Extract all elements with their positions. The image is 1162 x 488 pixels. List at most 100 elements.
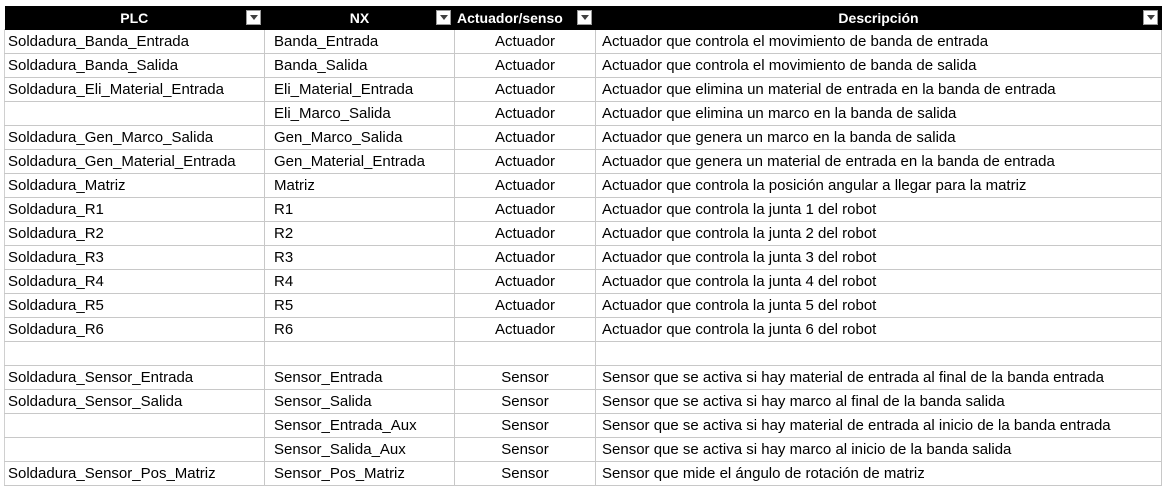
cell-nx[interactable]: Gen_Material_Entrada — [264, 149, 455, 174]
cell-type[interactable] — [454, 341, 596, 366]
cell-plc[interactable]: Soldadura_R4 — [4, 269, 265, 294]
cell-type[interactable]: Actuador — [454, 197, 596, 222]
cell-type[interactable]: Actuador — [454, 293, 596, 318]
cell-nx[interactable]: R1 — [264, 197, 455, 222]
column-header-description[interactable]: Descripción — [595, 6, 1162, 30]
cell-nx[interactable]: R6 — [264, 317, 455, 342]
cell-nx[interactable]: Matriz — [264, 173, 455, 198]
cell-type[interactable]: Actuador — [454, 53, 596, 78]
cell-plc[interactable]: Soldadura_Eli_Material_Entrada — [4, 77, 265, 102]
cell-nx[interactable]: Sensor_Entrada — [264, 365, 455, 390]
table-row: Sensor_Entrada_Aux Sensor Sensor que se ac… — [4, 413, 1162, 438]
cell-type[interactable]: Sensor — [454, 461, 596, 486]
cell-plc[interactable]: Soldadura_Gen_Marco_Salida — [4, 125, 265, 150]
cell-description[interactable]: Actuador que controla el movimiento de b… — [595, 29, 1162, 54]
cell-description[interactable]: Actuador que genera un marco en la banda… — [595, 125, 1162, 150]
table-row: Soldadura_R5 R5 Actuador Actuador que contr… — [4, 293, 1162, 318]
cell-plc[interactable]: Soldadura_Banda_Salida — [4, 53, 265, 78]
cell-description[interactable]: Actuador que genera un material de entra… — [595, 149, 1162, 174]
cell-plc[interactable]: Soldadura_R6 — [4, 317, 265, 342]
table-row: Sensor_Salida_Aux Sensor Sensor que se act… — [4, 437, 1162, 462]
cell-type[interactable]: Sensor — [454, 413, 596, 438]
cell-type[interactable]: Sensor — [454, 365, 596, 390]
cell-nx[interactable]: R5 — [264, 293, 455, 318]
cell-description[interactable]: Actuador que controla el movimiento de b… — [595, 53, 1162, 78]
cell-type[interactable]: Actuador — [454, 101, 596, 126]
cell-plc[interactable]: Soldadura_R2 — [4, 221, 265, 246]
cell-description[interactable]: Actuador que controla la junta 6 del rob… — [595, 317, 1162, 342]
cell-description[interactable]: Actuador que controla la junta 2 del rob… — [595, 221, 1162, 246]
cell-plc[interactable]: Soldadura_Banda_Entrada — [4, 29, 265, 54]
cell-description[interactable]: Actuador que controla la posición angula… — [595, 173, 1162, 198]
cell-nx[interactable]: Sensor_Entrada_Aux — [264, 413, 455, 438]
cell-plc[interactable]: Soldadura_R3 — [4, 245, 265, 270]
filter-dropdown-description[interactable] — [1143, 10, 1158, 25]
cell-nx[interactable]: Eli_Material_Entrada — [264, 77, 455, 102]
table-row: Soldadura_R6 R6 Actuador Actuador que contr… — [4, 317, 1162, 342]
cell-plc[interactable]: Soldadura_Sensor_Entrada — [4, 365, 265, 390]
cell-type[interactable]: Actuador — [454, 173, 596, 198]
spreadsheet: PLC NX Actuador/senso Descripción Soldad… — [4, 6, 1162, 486]
cell-nx[interactable]: Eli_Marco_Salida — [264, 101, 455, 126]
cell-description[interactable]: Sensor que mide el ángulo de rotación de… — [595, 461, 1162, 486]
table-row: Eli_Marco_Salida Actuador Actuador que eli… — [4, 101, 1162, 126]
cell-description[interactable]: Sensor que se activa si hay marco al fin… — [595, 389, 1162, 414]
cell-type[interactable]: Actuador — [454, 269, 596, 294]
cell-nx[interactable]: R3 — [264, 245, 455, 270]
cell-description[interactable]: Sensor que se activa si hay marco al ini… — [595, 437, 1162, 462]
cell-type[interactable]: Sensor — [454, 389, 596, 414]
header-row: PLC NX Actuador/senso Descripción — [4, 6, 1162, 30]
filter-dropdown-plc[interactable] — [246, 10, 261, 25]
cell-plc[interactable]: Soldadura_Sensor_Salida — [4, 389, 265, 414]
cell-nx[interactable]: R2 — [264, 221, 455, 246]
cell-type[interactable]: Actuador — [454, 125, 596, 150]
cell-nx[interactable]: Banda_Entrada — [264, 29, 455, 54]
cell-description[interactable]: Actuador que elimina un material de entr… — [595, 77, 1162, 102]
cell-type[interactable]: Actuador — [454, 77, 596, 102]
table-row: Soldadura_Banda_Entrada Banda_Entrada Actu… — [4, 29, 1162, 54]
cell-description[interactable]: Actuador que controla la junta 5 del rob… — [595, 293, 1162, 318]
column-header-type[interactable]: Actuador/senso — [454, 6, 596, 30]
cell-description[interactable]: Actuador que controla la junta 4 del rob… — [595, 269, 1162, 294]
cell-description[interactable] — [595, 341, 1162, 366]
chevron-down-icon — [1146, 15, 1155, 20]
cell-type[interactable]: Actuador — [454, 317, 596, 342]
cell-nx[interactable]: Gen_Marco_Salida — [264, 125, 455, 150]
cell-plc[interactable]: Soldadura_Sensor_Pos_Matriz — [4, 461, 265, 486]
cell-plc[interactable] — [4, 413, 265, 438]
cell-plc[interactable]: Soldadura_Gen_Material_Entrada — [4, 149, 265, 174]
chevron-down-icon — [249, 15, 258, 20]
cell-description[interactable]: Actuador que elimina un marco en la band… — [595, 101, 1162, 126]
cell-nx[interactable]: Sensor_Pos_Matriz — [264, 461, 455, 486]
cell-plc[interactable]: Soldadura_Matriz — [4, 173, 265, 198]
column-header-plc[interactable]: PLC — [4, 6, 265, 30]
cell-nx[interactable]: Sensor_Salida_Aux — [264, 437, 455, 462]
cell-type[interactable]: Actuador — [454, 29, 596, 54]
column-header-description-label: Descripción — [838, 9, 919, 26]
cell-plc[interactable] — [4, 101, 265, 126]
chevron-down-icon — [439, 15, 448, 20]
cell-plc[interactable] — [4, 341, 265, 366]
cell-type[interactable]: Actuador — [454, 245, 596, 270]
table-row: Soldadura_Sensor_Salida Sensor_Salida Sens… — [4, 389, 1162, 414]
cell-description[interactable]: Actuador que controla la junta 1 del rob… — [595, 197, 1162, 222]
cell-type[interactable]: Actuador — [454, 149, 596, 174]
column-header-nx-label: NX — [349, 9, 370, 26]
cell-plc[interactable] — [4, 437, 265, 462]
cell-description[interactable]: Actuador que controla la junta 3 del rob… — [595, 245, 1162, 270]
cell-description[interactable]: Sensor que se activa si hay material de … — [595, 365, 1162, 390]
cell-plc[interactable]: Soldadura_R5 — [4, 293, 265, 318]
filter-dropdown-nx[interactable] — [436, 10, 451, 25]
cell-nx[interactable]: Banda_Salida — [264, 53, 455, 78]
cell-type[interactable]: Actuador — [454, 221, 596, 246]
cell-description[interactable]: Sensor que se activa si hay material de … — [595, 413, 1162, 438]
cell-plc[interactable]: Soldadura_R1 — [4, 197, 265, 222]
cell-nx[interactable] — [264, 341, 455, 366]
cell-nx[interactable]: R4 — [264, 269, 455, 294]
table-row: Soldadura_R2 R2 Actuador Actuador que contr… — [4, 221, 1162, 246]
filter-dropdown-type[interactable] — [577, 10, 592, 25]
cell-type[interactable]: Sensor — [454, 437, 596, 462]
column-header-nx[interactable]: NX — [264, 6, 455, 30]
cell-nx[interactable]: Sensor_Salida — [264, 389, 455, 414]
table-row: Soldadura_Gen_Marco_Salida Gen_Marco_Sali… — [4, 125, 1162, 150]
